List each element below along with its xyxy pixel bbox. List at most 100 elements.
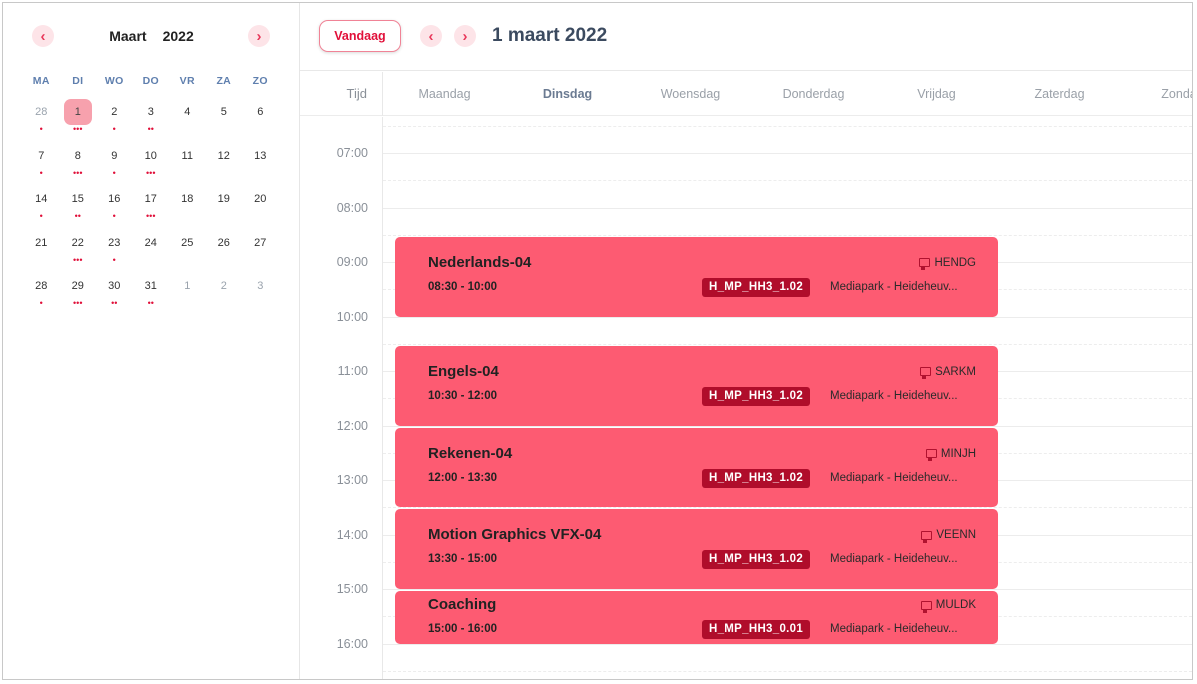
mini-calendar-day[interactable]: 23 • bbox=[96, 230, 133, 274]
day-number: 24 bbox=[144, 236, 157, 249]
mini-calendar-day[interactable]: 6 bbox=[242, 99, 279, 143]
event-indicator-dots bbox=[169, 257, 206, 265]
mini-calendar-day[interactable]: 5 bbox=[206, 99, 243, 143]
day-number: 7 bbox=[38, 149, 45, 162]
time-label: 07:00 bbox=[336, 146, 368, 160]
mini-calendar-day[interactable]: 2 • bbox=[96, 99, 133, 143]
mini-calendar-day[interactable]: 4 bbox=[169, 99, 206, 143]
event-indicator-dots bbox=[206, 300, 243, 308]
event-indicator-dots bbox=[169, 170, 206, 178]
mini-calendar-day[interactable]: 12 bbox=[206, 143, 243, 187]
chevron-left-icon: ‹ bbox=[428, 27, 434, 45]
mini-calendar-day[interactable]: 17 ••• bbox=[133, 186, 170, 230]
mini-calendar-day[interactable]: 14 • bbox=[23, 186, 60, 230]
event-location: Mediapark - Heideheuv... bbox=[830, 389, 958, 402]
event-location: Mediapark - Heideheuv... bbox=[830, 623, 958, 635]
event-indicator-dots: • bbox=[112, 211, 116, 221]
day-header-vrijdag[interactable]: Vrijdag bbox=[875, 72, 998, 116]
day-number: 12 bbox=[217, 149, 230, 162]
mini-calendar-day[interactable]: 20 bbox=[242, 186, 279, 230]
mini-calendar-day[interactable]: 3 •• bbox=[133, 99, 170, 143]
half-hour-gridline bbox=[383, 507, 1192, 509]
schedule-body: 07:00 08:00 09:00 10:00 11:00 12:00 13:00 14:00… bbox=[300, 117, 1192, 679]
mini-calendar-day[interactable]: 28 • bbox=[23, 273, 60, 317]
day-header-maandag[interactable]: Maandag bbox=[383, 72, 506, 116]
mini-calendar-day[interactable]: 22 ••• bbox=[60, 230, 97, 274]
day-header-donderdag[interactable]: Donderdag bbox=[752, 72, 875, 116]
mini-calendar-day[interactable]: 10 ••• bbox=[133, 143, 170, 187]
week-view: Vandaag ‹ › 1 maart 2022 Tijd Maandag Din… bbox=[300, 3, 1192, 679]
mini-calendar-day[interactable]: 2 bbox=[206, 273, 243, 317]
mini-calendar-day[interactable]: 31 •• bbox=[133, 273, 170, 317]
event-indicator-dots: ••• bbox=[146, 211, 156, 221]
day-number: 16 bbox=[108, 193, 121, 205]
sidebar-mini-calendar: ‹ Maart 2022 › MA DI WO DO VR ZA ZO 28 • 1 ••• 2 • 3 •… bbox=[3, 3, 300, 679]
half-hour-gridline bbox=[383, 180, 1192, 182]
mini-calendar-day[interactable]: 15 •• bbox=[60, 186, 97, 230]
mini-calendar-day[interactable]: 25 bbox=[169, 230, 206, 274]
mini-calendar-day[interactable]: 19 bbox=[206, 186, 243, 230]
mini-calendar-day[interactable]: 21 bbox=[23, 230, 60, 274]
mini-calendar-day[interactable]: 28 • bbox=[23, 99, 60, 143]
day-header-row: Tijd Maandag Dinsdag Woensdag Donderdag Vrij… bbox=[300, 72, 1192, 116]
today-button[interactable]: Vandaag bbox=[319, 20, 401, 52]
mini-calendar-day[interactable]: 18 bbox=[169, 186, 206, 230]
mini-calendar-day[interactable]: 11 bbox=[169, 143, 206, 187]
half-hour-gridline bbox=[383, 670, 1192, 672]
mini-calendar-day[interactable]: 3 bbox=[242, 273, 279, 317]
event-indicator-dots bbox=[206, 126, 243, 134]
hour-gridline bbox=[383, 589, 1192, 590]
day-number: 3 bbox=[257, 280, 264, 292]
mini-calendar-day[interactable]: 24 bbox=[133, 230, 170, 274]
event-title: Coaching bbox=[428, 596, 497, 613]
day-number: 10 bbox=[144, 149, 157, 162]
mini-calendar-day[interactable]: 16 • bbox=[96, 186, 133, 230]
day-number: 30 bbox=[108, 280, 121, 292]
room-badge: H_MP_HH3_1.02 bbox=[702, 386, 811, 406]
event-teacher: MULDK bbox=[920, 599, 976, 613]
event-time: 12:00 - 13:30 bbox=[428, 471, 498, 484]
weekday-label: VR bbox=[179, 75, 195, 87]
event-indicator-dots bbox=[169, 126, 206, 134]
hour-gridline bbox=[383, 207, 1192, 209]
mini-calendar-day[interactable]: 1 bbox=[169, 273, 206, 317]
event-time: 10:30 - 12:00 bbox=[428, 389, 498, 402]
mini-calendar-day[interactable]: 9 • bbox=[96, 143, 133, 187]
mini-calendar-day[interactable]: 29 ••• bbox=[60, 273, 97, 317]
event-teacher: MINJH bbox=[925, 448, 976, 461]
hour-gridline bbox=[383, 643, 1192, 645]
event-indicator-dots: • bbox=[39, 298, 43, 308]
mini-calendar-day[interactable]: 8 ••• bbox=[60, 143, 97, 187]
next-month-button[interactable]: › bbox=[248, 25, 270, 47]
mini-calendar-day[interactable]: 26 bbox=[206, 230, 243, 274]
event-card[interactable]: Motion Graphics VFX-04 VEENN 13:30 - 15:… bbox=[395, 509, 998, 589]
event-title: Motion Graphics VFX-04 bbox=[428, 526, 602, 544]
next-week-button[interactable]: › bbox=[454, 25, 476, 47]
event-time: 13:30 - 15:00 bbox=[428, 553, 498, 566]
day-number: 17 bbox=[144, 193, 157, 205]
room-badge: H_MP_HH3_1.02 bbox=[702, 277, 811, 297]
mini-calendar-day[interactable]: 30 •• bbox=[96, 273, 133, 317]
prev-week-button[interactable]: ‹ bbox=[420, 25, 442, 47]
mini-calendar-day[interactable]: 27 bbox=[242, 230, 279, 274]
day-number: 28 bbox=[35, 106, 48, 118]
event-card[interactable]: Coaching MULDK 15:00 - 16:00 H_MP_HH3_0.… bbox=[395, 591, 998, 644]
event-card[interactable]: Nederlands-04 HENDG 08:30 - 10:00 H_MP_H… bbox=[395, 236, 998, 317]
day-header-zondag[interactable]: Zondag bbox=[1121, 72, 1192, 116]
mini-calendar-day-selected[interactable]: 1 ••• bbox=[60, 99, 97, 143]
mini-calendar-day[interactable]: 13 bbox=[242, 143, 279, 187]
event-indicator-dots bbox=[242, 257, 279, 265]
event-card[interactable]: Rekenen-04 MINJH 12:00 - 13:30 H_MP_HH3_… bbox=[395, 427, 998, 508]
day-header-dinsdag[interactable]: Dinsdag bbox=[506, 72, 629, 116]
day-number: 18 bbox=[181, 193, 194, 205]
day-header-zaterdag[interactable]: Zaterdag bbox=[998, 72, 1121, 116]
teacher-icon bbox=[920, 600, 932, 613]
event-title: Engels-04 bbox=[428, 362, 499, 380]
event-card[interactable]: Engels-04 SARKM 10:30 - 12:00 H_MP_HH3_1… bbox=[395, 345, 998, 426]
weekday-label: ZA bbox=[216, 75, 232, 87]
weekday-label: MA bbox=[32, 75, 50, 87]
day-header-woensdag[interactable]: Woensdag bbox=[629, 72, 752, 116]
event-indicator-dots: • bbox=[112, 254, 116, 265]
teacher-code: VEENN bbox=[936, 529, 976, 542]
mini-calendar-day[interactable]: 7 • bbox=[23, 143, 60, 187]
